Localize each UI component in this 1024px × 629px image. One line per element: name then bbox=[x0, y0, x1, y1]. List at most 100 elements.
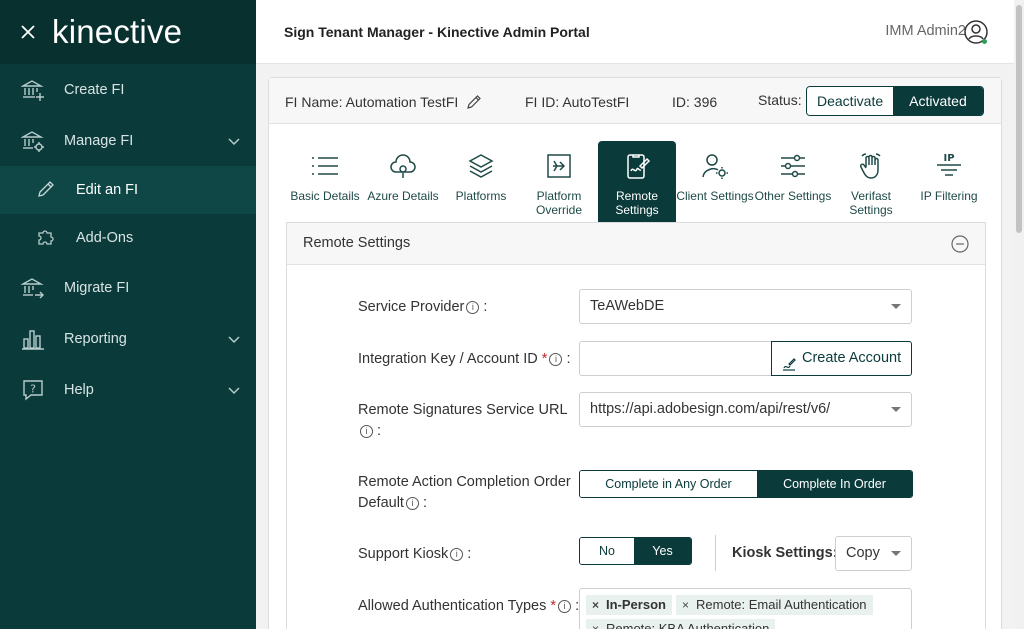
tab-client-settings[interactable]: Client Settings bbox=[676, 141, 754, 222]
remove-icon[interactable]: × bbox=[592, 619, 599, 629]
sidebar-item-migrate-fi[interactable]: Migrate FI bbox=[0, 262, 256, 313]
bar-chart-icon bbox=[20, 326, 46, 352]
support-kiosk-label: Support Kiosk i : bbox=[358, 546, 472, 562]
info-icon[interactable]: i bbox=[360, 425, 373, 438]
fi-numeric-id: ID: 396 bbox=[672, 94, 718, 110]
hand-icon bbox=[856, 151, 886, 181]
service-url-select[interactable]: https://api.adobesign.com/api/rest/v6/ bbox=[579, 392, 912, 427]
select-value: Copy bbox=[846, 545, 880, 561]
label-text-line1: Remote Action Completion Order bbox=[358, 474, 571, 490]
required-asterisk: * bbox=[550, 598, 557, 614]
sidebar-item-add-ons[interactable]: Add-Ons bbox=[0, 214, 256, 262]
tab-platform-override[interactable]: Platform Override bbox=[520, 141, 598, 222]
edit-pencil-icon[interactable] bbox=[466, 94, 482, 113]
status-label: Status: bbox=[758, 92, 802, 108]
bank-gear-icon bbox=[20, 128, 46, 154]
create-account-icon bbox=[782, 351, 796, 384]
remove-icon[interactable]: × bbox=[592, 595, 599, 615]
tab-basic-details[interactable]: Basic Details bbox=[286, 141, 364, 222]
support-kiosk-toggle: No Yes bbox=[579, 537, 692, 565]
activated-button[interactable]: Activated bbox=[893, 87, 983, 115]
fi-card: FI Name: Automation TestFI FI ID: AutoTe… bbox=[268, 77, 1002, 629]
close-icon[interactable] bbox=[18, 22, 38, 42]
remove-icon[interactable]: × bbox=[682, 595, 689, 615]
settings-tabs: Basic Details Azure Details Platforms Pl… bbox=[286, 141, 988, 223]
auth-types-multiselect[interactable]: × In-Person × Remote: Email Authenticati… bbox=[579, 588, 912, 629]
label-text: Service Provider bbox=[358, 299, 465, 315]
sidebar-item-manage-fi[interactable]: Manage FI bbox=[0, 115, 256, 166]
caret-down-icon bbox=[891, 407, 901, 412]
caret-down-icon bbox=[891, 304, 901, 309]
deactivate-button[interactable]: Deactivate bbox=[807, 87, 894, 115]
info-icon[interactable]: i bbox=[466, 301, 480, 314]
caret-down-icon bbox=[891, 551, 901, 556]
collapse-icon[interactable] bbox=[951, 235, 969, 253]
complete-any-order-option[interactable]: Complete in Any Order bbox=[580, 471, 757, 497]
tab-label: Other Settings bbox=[754, 189, 832, 203]
svg-text:?: ? bbox=[30, 382, 36, 395]
sidebar-item-reporting[interactable]: Reporting bbox=[0, 313, 256, 364]
scrollbar-thumb[interactable] bbox=[1016, 5, 1022, 233]
user-name[interactable]: IMM Admin2 bbox=[885, 23, 966, 39]
integration-key-input[interactable] bbox=[579, 341, 772, 376]
page-scrollbar[interactable] bbox=[1014, 0, 1024, 629]
tab-label: Azure Details bbox=[367, 189, 439, 203]
info-icon[interactable]: i bbox=[405, 497, 419, 510]
create-account-button[interactable]: Create Account bbox=[771, 341, 912, 376]
kiosk-no-option[interactable]: No bbox=[580, 538, 634, 564]
tab-other-settings[interactable]: Other Settings bbox=[754, 141, 832, 222]
kiosk-yes-option[interactable]: Yes bbox=[634, 538, 691, 564]
info-icon[interactable]: i bbox=[558, 600, 572, 613]
auth-chip-email[interactable]: × Remote: Email Authentication bbox=[676, 595, 873, 615]
complete-in-order-option[interactable]: Complete In Order bbox=[757, 471, 912, 497]
completion-order-label: Remote Action Completion Order Default i … bbox=[358, 474, 571, 511]
sidebar-header: kinective bbox=[0, 0, 256, 64]
status-toggle: Deactivate Activated bbox=[806, 86, 984, 116]
sidebar-item-label: Edit an FI bbox=[76, 182, 139, 198]
sidebar-item-label: Create FI bbox=[64, 81, 125, 98]
fi-id: FI ID: AutoTestFI bbox=[525, 94, 630, 110]
fi-name: FI Name: Automation TestFI bbox=[285, 94, 459, 110]
pencil-icon bbox=[36, 179, 56, 202]
label-text: Remote Signatures Service URL bbox=[358, 402, 567, 418]
sidebar-item-label: Add-Ons bbox=[76, 230, 134, 246]
online-status-dot bbox=[982, 39, 987, 44]
sidebar-item-create-fi[interactable]: Create FI bbox=[0, 64, 256, 115]
tab-label: Basic Details bbox=[290, 189, 360, 203]
sliders-icon bbox=[778, 151, 808, 181]
sidebar-item-help[interactable]: ? Help bbox=[0, 364, 256, 415]
chevron-down-icon bbox=[228, 133, 240, 149]
completion-order-toggle: Complete in Any Order Complete In Order bbox=[579, 470, 913, 498]
chip-label: In-Person bbox=[606, 597, 666, 612]
required-asterisk: * bbox=[541, 351, 548, 367]
label-text-line2: Default bbox=[358, 495, 404, 511]
cloud-icon bbox=[388, 151, 418, 181]
auth-chip-kba[interactable]: × Remote: KBA Authentication bbox=[586, 619, 776, 629]
section-header: Remote Settings bbox=[287, 223, 985, 265]
sidebar-item-edit-fi[interactable]: Edit an FI bbox=[0, 166, 256, 214]
info-icon[interactable]: i bbox=[450, 548, 464, 561]
service-url-label: Remote Signatures Service URL i : bbox=[358, 402, 567, 439]
kiosk-settings-select[interactable]: Copy bbox=[835, 536, 912, 571]
fi-info-bar: FI Name: Automation TestFI FI ID: AutoTe… bbox=[269, 78, 1001, 124]
info-icon[interactable]: i bbox=[549, 353, 563, 366]
service-provider-label: Service Provider i : bbox=[358, 299, 488, 315]
ip-filter-icon: IP bbox=[934, 151, 964, 181]
label-text: Allowed Authentication Types bbox=[358, 598, 547, 614]
tab-platforms[interactable]: Platforms bbox=[442, 141, 520, 222]
kinective-logo[interactable]: kinective bbox=[52, 13, 182, 51]
puzzle-icon bbox=[36, 227, 56, 250]
auth-chip-in-person[interactable]: × In-Person bbox=[586, 595, 672, 615]
tab-ip-filtering[interactable]: IP IP Filtering bbox=[910, 141, 988, 222]
tab-verifast-settings[interactable]: Verifast Settings bbox=[832, 141, 910, 222]
service-provider-select[interactable]: TeAWebDE bbox=[579, 289, 912, 324]
sidebar-item-label: Reporting bbox=[64, 330, 127, 347]
sidebar-item-label: Manage FI bbox=[64, 132, 134, 149]
label-text: Integration Key / Account ID bbox=[358, 351, 538, 367]
tab-remote-settings[interactable]: Remote Settings bbox=[598, 141, 676, 222]
tab-azure-details[interactable]: Azure Details bbox=[364, 141, 442, 222]
page-title: Sign Tenant Manager - Kinective Admin Po… bbox=[284, 24, 590, 40]
tab-label: Platform Override bbox=[535, 189, 582, 217]
button-label: Create Account bbox=[802, 350, 902, 366]
section-title: Remote Settings bbox=[303, 235, 411, 251]
